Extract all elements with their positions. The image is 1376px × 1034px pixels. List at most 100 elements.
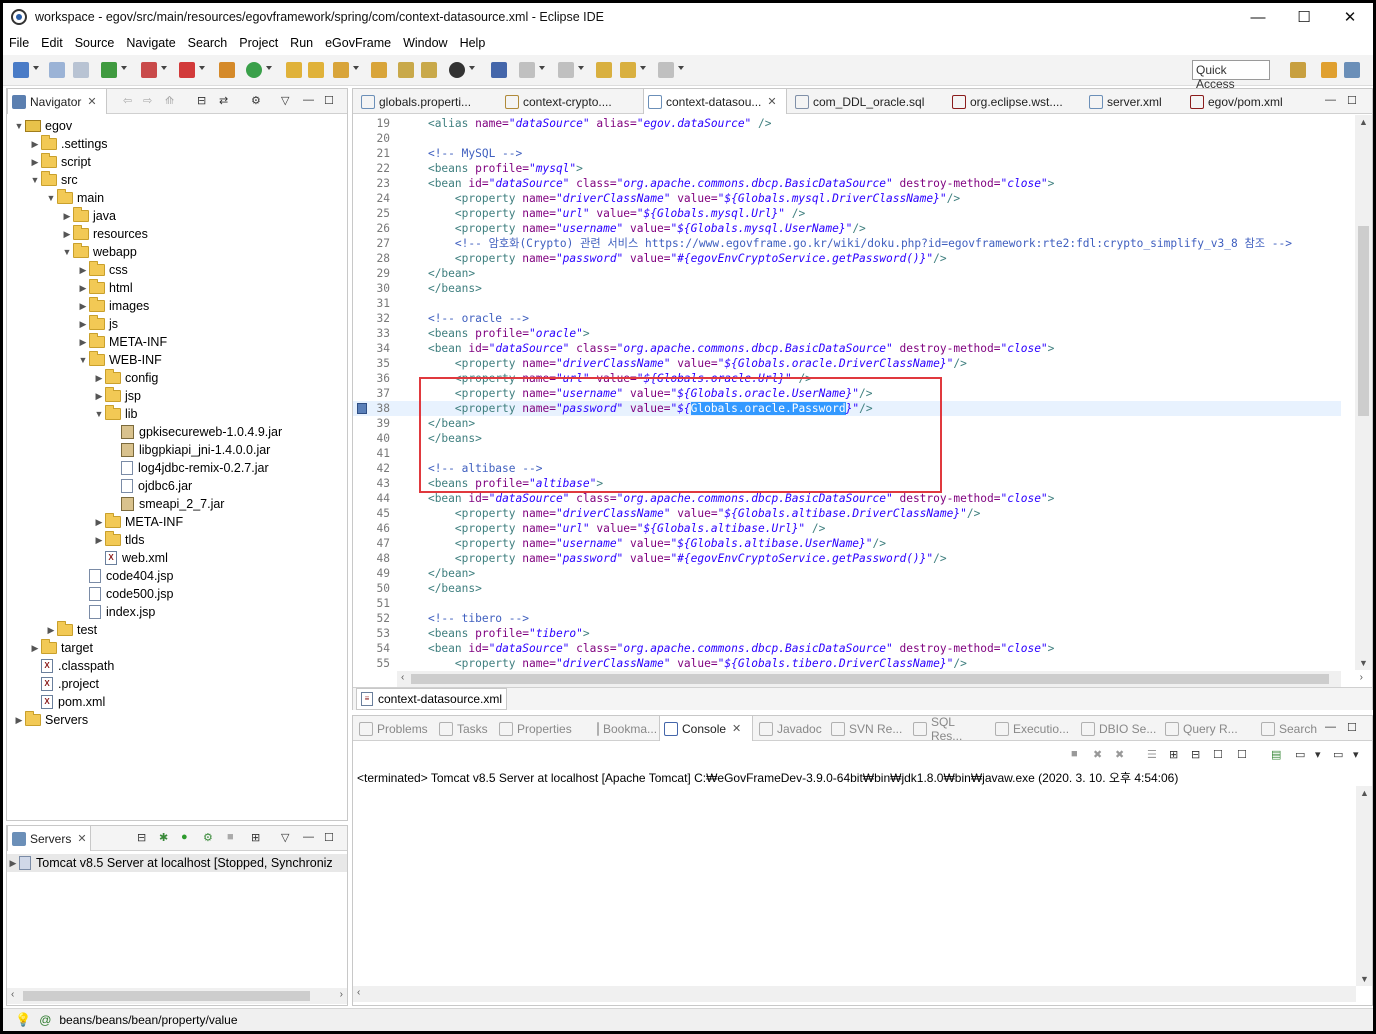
display-console-icon[interactable]: ▭ — [1295, 748, 1305, 761]
tab-javadoc[interactable]: Javadoc — [755, 716, 825, 741]
code-line[interactable]: 26 <property name="username" value="${Gl… — [353, 221, 1341, 236]
tree-item[interactable]: smeapi_2_7.jar — [109, 495, 224, 513]
start-server-icon[interactable]: ● — [181, 831, 188, 843]
code-line[interactable]: 44 <bean id="dataSource" class="org.apac… — [353, 491, 1341, 506]
tree-item[interactable]: ojdbc6.jar — [109, 477, 192, 495]
tree-item[interactable]: Xpom.xml — [29, 693, 105, 711]
quick-access-input[interactable]: Quick Access — [1192, 60, 1270, 91]
display-console-dropdown-icon[interactable]: ▾ — [1315, 748, 1321, 761]
code-line[interactable]: 21 <!-- MySQL --> — [353, 146, 1341, 161]
scroll-left-icon[interactable]: ‹ — [357, 987, 360, 998]
collapse-arrow-icon[interactable]: ▼ — [45, 193, 57, 203]
scroll-left-icon[interactable]: ‹ — [401, 672, 404, 683]
code-line[interactable]: 29 </bean> — [353, 266, 1341, 281]
save-icon[interactable] — [49, 62, 65, 78]
expand-arrow-icon[interactable]: ▶ — [13, 715, 25, 726]
tab-query-r[interactable]: Query R... — [1161, 716, 1253, 741]
expand-arrow-icon[interactable]: ▶ — [29, 643, 41, 654]
tab-problems[interactable]: Problems — [355, 716, 433, 741]
prev-annotation-dropdown-icon[interactable] — [578, 66, 584, 70]
prev-annotation-icon[interactable] — [558, 62, 574, 78]
open-task-icon[interactable] — [371, 62, 387, 78]
tree-item[interactable]: X .project — [29, 675, 99, 693]
collapse-arrow-icon[interactable]: ▼ — [13, 121, 25, 131]
code-line[interactable]: 23 <bean id="dataSource" class="org.apac… — [353, 176, 1341, 191]
scroll-right-icon[interactable]: › — [1360, 672, 1363, 683]
expand-arrow-icon[interactable]: ▶ — [77, 265, 89, 276]
forward-icon[interactable] — [658, 62, 674, 78]
expand-arrow-icon[interactable]: ▶ — [45, 625, 57, 636]
show-stdout-icon[interactable]: ☐ — [1213, 748, 1223, 761]
external-tools-dropdown-icon[interactable] — [199, 66, 205, 70]
tree-item[interactable]: ▶ META-INF — [93, 513, 183, 531]
close-icon[interactable]: ✕ — [767, 95, 776, 108]
tab-tasks[interactable]: Tasks — [435, 716, 493, 741]
editor-hscroll[interactable]: ‹ › — [397, 671, 1363, 687]
filter-icon[interactable]: ⚙ — [251, 94, 261, 107]
clear-console-icon[interactable]: ☰ — [1147, 748, 1157, 761]
debug-icon[interactable] — [101, 62, 117, 78]
expand-arrow-icon[interactable]: ▶ — [77, 283, 89, 294]
remove-launch-icon[interactable]: ✖ — [1093, 748, 1102, 761]
minimize-button[interactable]: — — [1235, 3, 1281, 31]
code-line[interactable]: 27 <!-- 암호화(Crypto) 관련 서비스 https://www.e… — [353, 236, 1341, 251]
tree-item[interactable]: code500.jsp — [77, 585, 173, 603]
code-line[interactable]: 47 <property name="username" value="${Gl… — [353, 536, 1341, 551]
open-resource-icon[interactable] — [308, 62, 324, 78]
annotation-icon[interactable] — [398, 62, 414, 78]
lightbulb-icon[interactable]: 💡 — [15, 1012, 31, 1028]
expand-arrow-icon[interactable]: ▶ — [77, 319, 89, 330]
bookmark-marker-icon[interactable] — [357, 403, 367, 414]
profile-server-icon[interactable]: ⚙ — [203, 831, 213, 844]
search-dropdown-icon[interactable] — [353, 66, 359, 70]
code-line[interactable]: 32 <!-- oracle --> — [353, 311, 1341, 326]
stop-dropdown-icon[interactable] — [161, 66, 167, 70]
tree-item[interactable]: X .classpath — [29, 657, 114, 675]
code-line[interactable]: 50 </beans> — [353, 581, 1341, 596]
menu-item-help[interactable]: Help — [454, 36, 492, 50]
scroll-up-icon[interactable]: ▲ — [1359, 117, 1368, 127]
close-icon[interactable]: ✕ — [732, 722, 741, 735]
scroll-lock-icon[interactable]: ⊞ — [1169, 748, 1178, 761]
tab-navigator[interactable]: Navigator ✕ — [7, 89, 107, 114]
tree-item[interactable]: ▼ webapp — [61, 243, 137, 261]
tree-item[interactable]: ▶ resources — [61, 225, 148, 243]
publish-icon[interactable]: ⊞ — [251, 831, 260, 844]
collapse-arrow-icon[interactable]: ▼ — [93, 409, 105, 419]
view-menu-icon[interactable]: ▽ — [281, 831, 289, 844]
minimize-icon[interactable]: — — [303, 831, 314, 843]
tab-source[interactable]: ≡ context-datasource.xml — [356, 688, 508, 710]
code-line[interactable]: 33 <beans profile="oracle"> — [353, 326, 1341, 341]
expand-arrow-icon[interactable]: ▶ — [93, 517, 105, 528]
menu-item-search[interactable]: Search — [182, 36, 234, 50]
code-line[interactable]: 28 <property name="password" value="#{eg… — [353, 251, 1341, 266]
maximize-button[interactable]: ☐ — [1281, 3, 1327, 31]
editor-tab[interactable]: context-crypto.... — [501, 89, 637, 114]
tree-item[interactable]: ▼ WEB-INF — [77, 351, 162, 369]
external-tools-icon[interactable] — [179, 62, 195, 78]
collapse-all-icon[interactable]: ⊟ — [197, 94, 206, 107]
menu-item-window[interactable]: Window — [397, 36, 453, 50]
tree-item[interactable]: ▶ images — [77, 297, 149, 315]
tree-item[interactable]: Xweb.xml — [93, 549, 168, 567]
code-line[interactable]: 25 <property name="url" value="${Globals… — [353, 206, 1341, 221]
scroll-up-icon[interactable]: ▲ — [1360, 788, 1369, 798]
code-line[interactable]: 46 <property name="url" value="${Globals… — [353, 521, 1341, 536]
collapse-arrow-icon[interactable]: ▼ — [77, 355, 89, 365]
editor-tab[interactable]: org.eclipse.wst.... — [948, 89, 1080, 114]
expand-arrow-icon[interactable]: ▶ — [29, 157, 41, 168]
tree-item[interactable]: ▼ main — [45, 189, 104, 207]
editor-vscroll[interactable]: ▲ ▼ — [1355, 115, 1372, 670]
tab-console[interactable]: Console ✕ — [659, 716, 753, 741]
scroll-left-icon[interactable]: ‹ — [11, 989, 14, 1000]
code-line[interactable]: 19 <alias name="dataSource" alias="egov.… — [353, 116, 1341, 131]
tree-item[interactable]: code404.jsp — [77, 567, 173, 585]
expand-arrow-icon[interactable]: ▶ — [93, 391, 105, 402]
code-line[interactable]: 35 <property name="driverClassName" valu… — [353, 356, 1341, 371]
code-line[interactable]: 52 <!-- tibero --> — [353, 611, 1341, 626]
expand-arrow-icon[interactable]: ▶ — [29, 139, 41, 150]
next-annotation-dropdown-icon[interactable] — [539, 66, 545, 70]
scroll-down-icon[interactable]: ▼ — [1360, 974, 1369, 984]
maximize-icon[interactable]: ☐ — [1347, 721, 1357, 734]
debug-server-icon[interactable]: ✱ — [159, 831, 168, 844]
